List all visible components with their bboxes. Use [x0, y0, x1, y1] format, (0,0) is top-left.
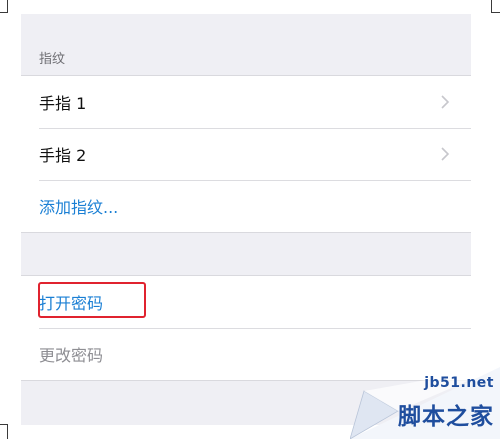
frame-mark [7, 0, 8, 12]
passcode-group: 打开密码 更改密码 [21, 275, 471, 381]
chevron-right-icon [441, 95, 450, 109]
settings-screen: 指纹 手指 1 手指 2 添加指纹... 打开密码 更改密码 [21, 14, 471, 425]
frame-mark [7, 424, 8, 439]
screenshot-stage: 指纹 手指 1 手指 2 添加指纹... 打开密码 更改密码 jb51.net … [0, 0, 500, 439]
chevron-right-icon [441, 147, 450, 161]
add-fingerprint-label: 添加指纹... [39, 198, 119, 217]
add-fingerprint-button[interactable]: 添加指纹... [21, 180, 471, 232]
fingerprint-section-header: 指纹 [21, 14, 471, 75]
frame-mark [0, 12, 8, 13]
watermark-site: jb51.net [424, 375, 494, 391]
change-passcode-label: 更改密码 [39, 346, 104, 365]
finger-row-1[interactable]: 手指 1 [21, 76, 471, 128]
watermark-name: 脚本之家 [398, 404, 494, 430]
site-watermark: jb51.net 脚本之家 [350, 367, 500, 439]
turn-passcode-on-label: 打开密码 [39, 294, 104, 313]
finger-2-label: 手指 2 [39, 146, 87, 165]
fingerprint-header-label: 指纹 [39, 52, 66, 67]
turn-passcode-on-button[interactable]: 打开密码 [21, 276, 471, 328]
frame-mark [491, 12, 500, 13]
fingerprint-group: 手指 1 手指 2 添加指纹... [21, 75, 471, 233]
frame-mark [491, 0, 492, 12]
finger-row-2[interactable]: 手指 2 [21, 128, 471, 180]
finger-1-label: 手指 1 [39, 94, 87, 113]
